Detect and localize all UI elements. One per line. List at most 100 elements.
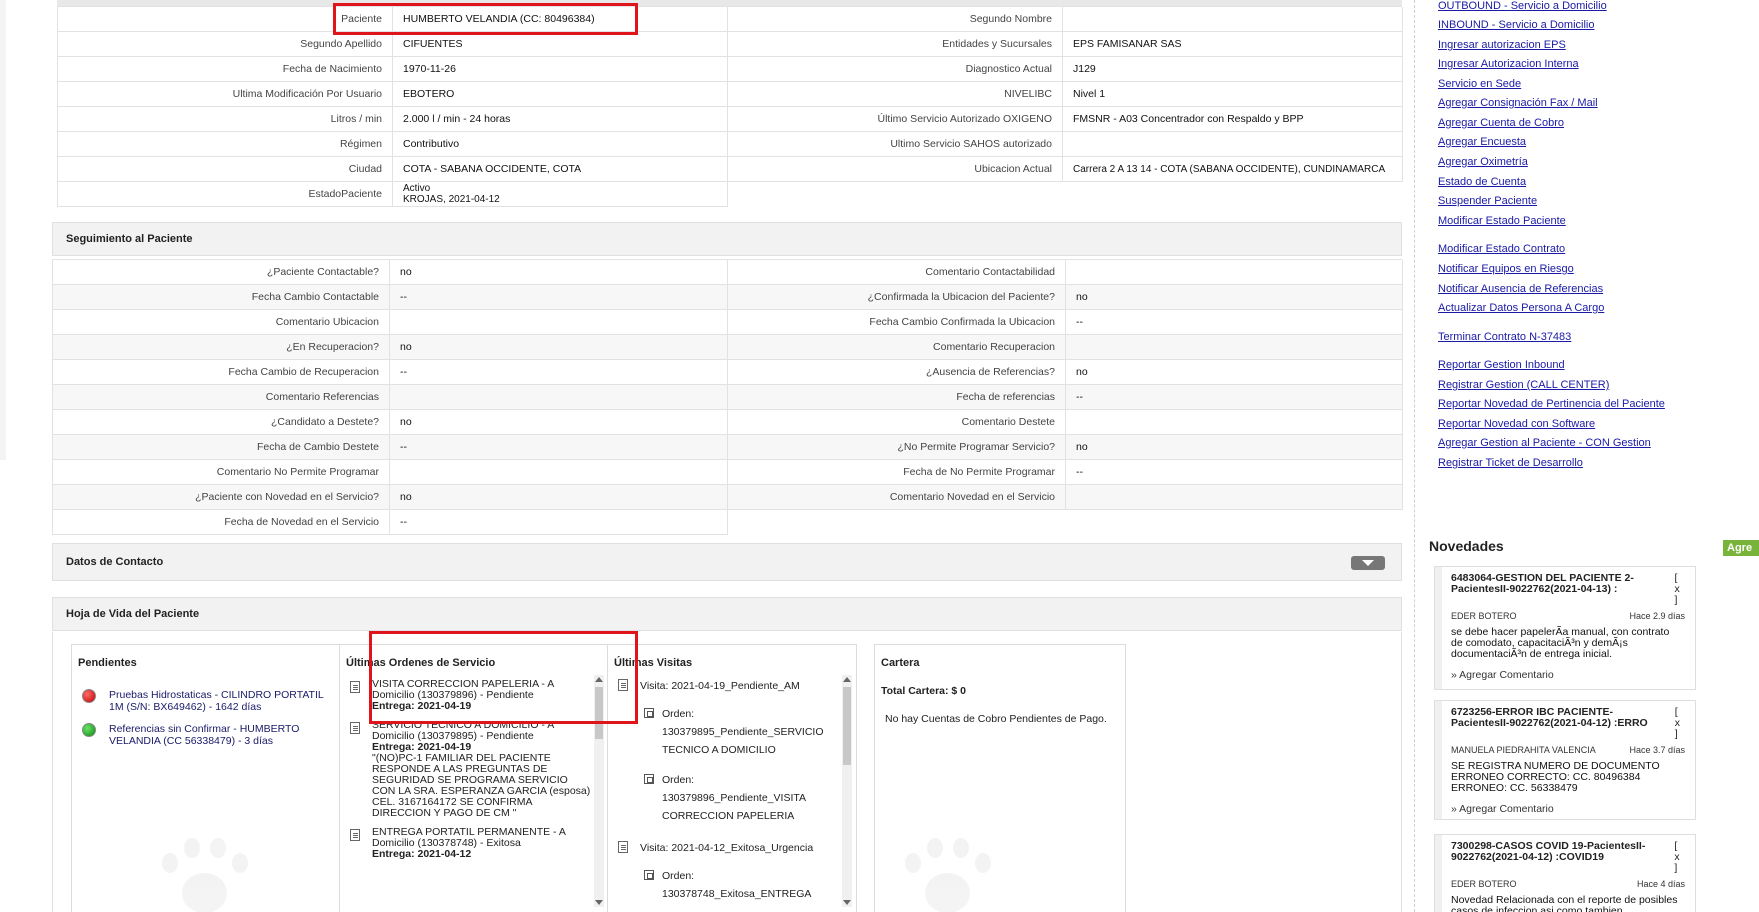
- novedad-title: 6483064-GESTION DEL PACIENTE 2-Pacientes…: [1451, 572, 1634, 595]
- visita-orden[interactable]: Orden: 130378748_Exitosa_ENTREGA: [608, 861, 834, 903]
- sidebar-link[interactable]: Notificar Ausencia de Referencias: [1438, 283, 1603, 295]
- sidebar-link[interactable]: Estado de Cuenta: [1438, 176, 1526, 188]
- agregar-comentario-link[interactable]: » Agregar Comentario: [1451, 803, 1695, 823]
- scroll-down-icon[interactable]: [595, 900, 603, 905]
- visitas-scrollbar[interactable]: [842, 675, 852, 907]
- novedad-card: 6483064-GESTION DEL PACIENTE 2-Pacientes…: [1434, 566, 1696, 690]
- visita-orden-text: Orden: 130379895_Pendiente_SERVICIO TECN…: [662, 708, 824, 756]
- scroll-up-icon[interactable]: [843, 677, 851, 682]
- seguimiento-label: Fecha de Cambio Destete: [53, 435, 390, 460]
- sidebar: OUTBOUND - Servicio a Domicilio INBOUND -…: [1429, 0, 1759, 912]
- highlight-box-paciente: [333, 3, 638, 35]
- label-segundo-nombre: Segundo Nombre: [728, 7, 1063, 32]
- visitas-list[interactable]: Visita: 2021-04-19_Pendiente_AM Orden: 1…: [608, 675, 834, 907]
- sidebar-link[interactable]: Registrar Gestion (CALL CENTER): [1438, 379, 1609, 391]
- sidebar-link[interactable]: Reportar Novedad con Software: [1438, 418, 1595, 430]
- sidebar-link[interactable]: Agregar Encuesta: [1438, 136, 1526, 148]
- sidebar-link[interactable]: Agregar Gestion al Paciente - CON Gestio…: [1438, 437, 1651, 449]
- close-icon[interactable]: [ x ]: [1674, 841, 1685, 874]
- sidebar-link[interactable]: OUTBOUND - Servicio a Domicilio: [1438, 0, 1607, 12]
- sidebar-link[interactable]: Modificar Estado Contrato: [1438, 243, 1565, 255]
- visita-text: Visita: 2021-04-19_Pendiente_AM: [640, 680, 800, 692]
- seguimiento-value: [390, 385, 728, 410]
- highlight-box-ordenes: [369, 631, 638, 724]
- hoja-header: Hoja de Vida del Paciente: [52, 597, 1402, 631]
- seguimiento-value: --: [1066, 460, 1403, 485]
- cartera-total: Total Cartera: $ 0: [881, 685, 966, 697]
- order-icon: [644, 774, 654, 784]
- patient-info-table: Paciente HUMBERTO VELANDIA (CC: 80496384…: [57, 6, 1403, 207]
- visita-item[interactable]: Visita: 2021-04-12_Exitosa_Urgencia: [608, 839, 834, 857]
- orden-item[interactable]: ENTREGA PORTATIL PERMANENTE - A Domicili…: [340, 827, 596, 860]
- agregar-comentario-link[interactable]: » Agregar Comentario: [1451, 669, 1695, 689]
- close-icon[interactable]: [ x ]: [1675, 707, 1685, 740]
- green-status-icon: [82, 723, 96, 737]
- sidebar-divider: [1414, 0, 1415, 912]
- seguimiento-value: --: [390, 360, 728, 385]
- sidebar-link[interactable]: Reportar Gestion Inbound: [1438, 359, 1565, 371]
- document-icon: [350, 681, 360, 693]
- sidebar-link[interactable]: Actualizar Datos Persona A Cargo: [1438, 302, 1604, 314]
- sidebar-link[interactable]: Agregar Consignación Fax / Mail: [1438, 97, 1598, 109]
- sidebar-link[interactable]: Suspender Paciente: [1438, 195, 1537, 207]
- contacto-header[interactable]: Datos de Contacto: [52, 543, 1402, 581]
- visita-orden[interactable]: Orden: 130379895_Pendiente_SERVICIO TECN…: [608, 699, 834, 759]
- value-ultimo-sahos: [1063, 132, 1403, 157]
- seguimiento-value: no: [390, 335, 728, 360]
- sidebar-link[interactable]: Agregar Cuenta de Cobro: [1438, 117, 1564, 129]
- pendiente-item[interactable]: Pruebas Hidrostaticas - CILINDRO PORTATI…: [72, 689, 340, 713]
- seguimiento-value: no: [1066, 285, 1403, 310]
- label-entidades: Entidades y Sucursales: [728, 32, 1063, 57]
- scroll-down-icon[interactable]: [843, 900, 851, 905]
- sidebar-link[interactable]: Registrar Ticket de Desarrollo: [1438, 457, 1583, 469]
- paw-watermark-icon: [895, 833, 995, 912]
- sidebar-link[interactable]: Ingresar Autorizacion Interna: [1438, 58, 1579, 70]
- expand-toggle-icon[interactable]: [1351, 556, 1385, 570]
- pendiente-text: Pruebas Hidrostaticas - CILINDRO PORTATI…: [109, 689, 324, 713]
- value-ultima-modificacion: EBOTERO: [393, 82, 728, 107]
- orden-desc: ENTREGA PORTATIL PERMANENTE - A Domicili…: [372, 826, 566, 849]
- seguimiento-value: --: [1066, 385, 1403, 410]
- seguimiento-value: --: [390, 510, 728, 535]
- seguimiento-label: Comentario Destete: [728, 410, 1066, 435]
- novedad-ago: Hace 2.9 días: [1629, 611, 1685, 621]
- novedad-user: EDER BOTERO: [1451, 879, 1517, 889]
- seguimiento-label: Fecha de No Permite Programar: [728, 460, 1066, 485]
- visita-orden[interactable]: Orden: 130379896_Pendiente_VISITA CORREC…: [608, 759, 834, 825]
- sidebar-link[interactable]: Terminar Contrato N-37483: [1438, 331, 1571, 343]
- value-ubicacion: Carrera 2 A 13 14 - COTA (SABANA OCCIDEN…: [1063, 157, 1403, 182]
- seguimiento-label: ¿Candidato a Destete?: [53, 410, 390, 435]
- seguimiento-label: Fecha Cambio Contactable: [53, 285, 390, 310]
- value-estado-paciente: Activo KROJAS, 2021-04-12: [393, 182, 728, 207]
- pendiente-item[interactable]: Referencias sin Confirmar - HUMBERTO VEL…: [72, 723, 340, 747]
- left-edge-strip: [0, 0, 6, 460]
- sidebar-link[interactable]: Notificar Equipos en Riesgo: [1438, 263, 1574, 275]
- visita-text: Visita: 2021-04-12_Exitosa_Urgencia: [640, 842, 814, 854]
- novedad-body: se debe hacer papelerÃa manual, con cont…: [1451, 626, 1670, 660]
- sidebar-link[interactable]: Agregar Oximetría: [1438, 156, 1528, 168]
- agregar-novedad-button[interactable]: Agre: [1723, 540, 1759, 556]
- seguimiento-header: Seguimiento al Paciente: [52, 222, 1402, 256]
- visita-item[interactable]: Visita: 2021-04-19_Pendiente_AM: [608, 677, 834, 695]
- close-icon[interactable]: [ x ]: [1674, 573, 1685, 606]
- seguimiento-title: Seguimiento al Paciente: [66, 233, 193, 245]
- orden-item[interactable]: SERVICIO TECNICO A DOMICILIO - A Domicil…: [340, 720, 596, 819]
- seguimiento-label: Comentario Novedad en el Servicio: [728, 485, 1066, 510]
- label-segundo-apellido: Segundo Apellido: [58, 32, 393, 57]
- document-icon: [350, 829, 360, 841]
- sidebar-link[interactable]: Ingresar autorizacion EPS: [1438, 39, 1566, 51]
- novedad-card: 7300298-CASOS COVID 19-PacientesII-90227…: [1434, 834, 1696, 912]
- sidebar-link[interactable]: Servicio en Sede: [1438, 78, 1521, 90]
- value-regimen: Contributivo: [393, 132, 728, 157]
- seguimiento-label: ¿Ausencia de Referencias?: [728, 360, 1066, 385]
- orden-entrega: Entrega: 2021-04-12: [372, 848, 472, 860]
- label-ultima-modificacion: Ultima Modificación Por Usuario: [58, 82, 393, 107]
- sidebar-link[interactable]: Modificar Estado Paciente: [1438, 215, 1566, 227]
- scroll-thumb[interactable]: [843, 687, 851, 765]
- seguimiento-label: Fecha de Novedad en el Servicio: [53, 510, 390, 535]
- sidebar-link[interactable]: INBOUND - Servicio a Domicilio: [1438, 19, 1594, 31]
- document-icon: [618, 841, 628, 853]
- sidebar-link[interactable]: Reportar Novedad de Pertinencia del Paci…: [1438, 398, 1665, 410]
- novedad-card: 6723256-ERROR IBC PACIENTE-PacientesII-9…: [1434, 700, 1696, 820]
- seguimiento-label: ¿Paciente Contactable?: [53, 260, 390, 285]
